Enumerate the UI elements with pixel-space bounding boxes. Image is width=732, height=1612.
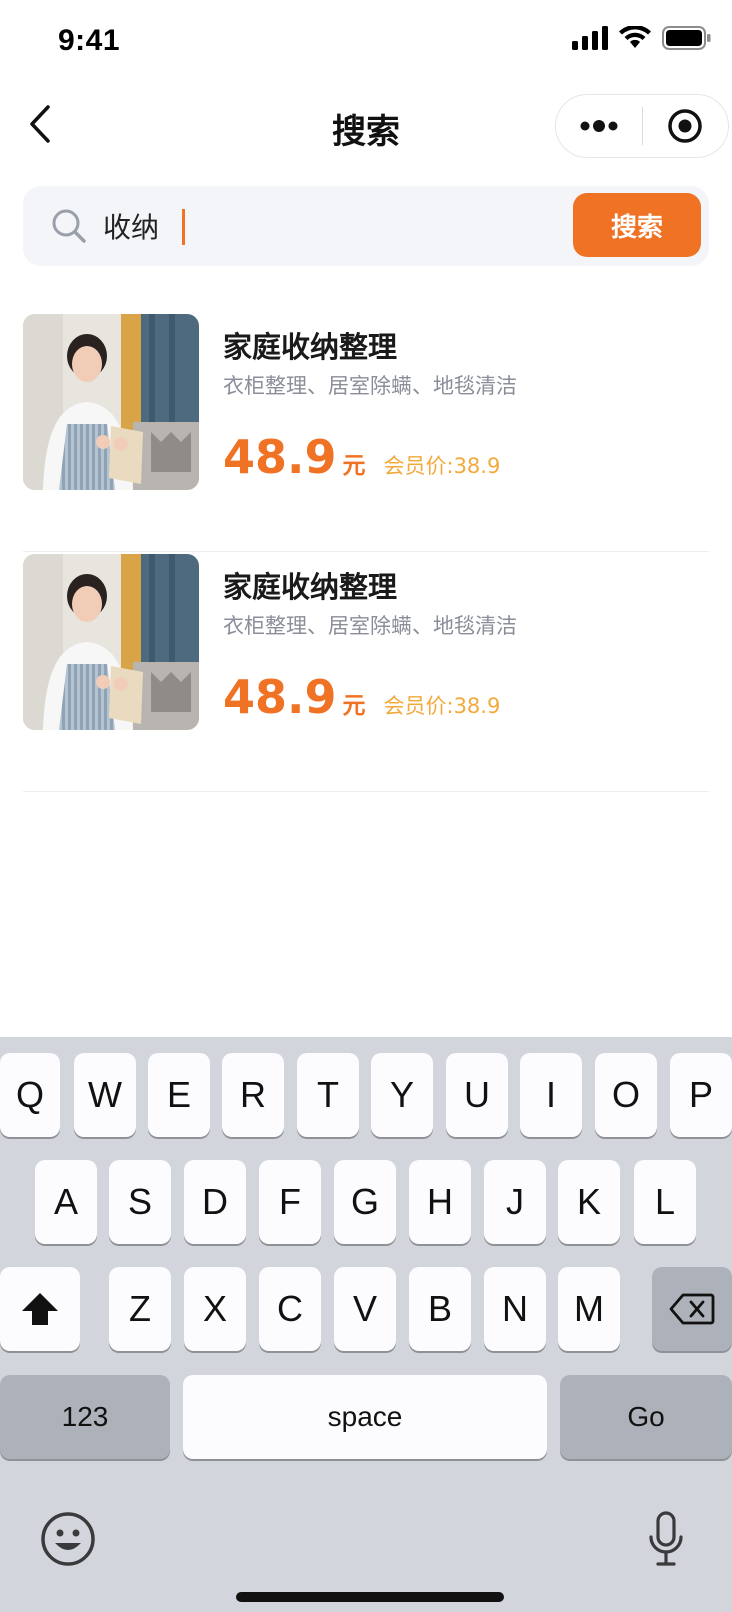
key-e[interactable]: E	[148, 1053, 210, 1137]
key-z[interactable]: Z	[109, 1267, 171, 1351]
key-a[interactable]: A	[35, 1160, 97, 1244]
more-button[interactable]	[556, 94, 642, 158]
miniapp-capsule	[555, 94, 729, 158]
search-screen: 9:41 搜索 收纳 搜索 家庭收纳整理 衣柜整理、居室除螨、地毯清洁 48.9…	[0, 0, 732, 1612]
microphone-button[interactable]	[644, 1509, 688, 1569]
list-item[interactable]: 家庭收纳整理 衣柜整理、居室除螨、地毯清洁 48.9 元 会员价:38.9	[23, 312, 709, 552]
key-b[interactable]: B	[409, 1267, 471, 1351]
key-p[interactable]: P	[670, 1053, 732, 1137]
service-desc: 衣柜整理、居室除螨、地毯清洁	[223, 614, 517, 638]
key-y[interactable]: Y	[371, 1053, 433, 1137]
price: 48.9	[223, 670, 337, 724]
numbers-key[interactable]: 123	[0, 1375, 170, 1459]
key-k[interactable]: K	[558, 1160, 620, 1244]
status-time: 9:41	[58, 24, 121, 57]
backspace-icon	[669, 1293, 715, 1325]
backspace-key[interactable]	[652, 1267, 732, 1351]
nav-bar: 搜索	[0, 88, 732, 166]
key-l[interactable]: L	[634, 1160, 696, 1244]
results-list: 家庭收纳整理 衣柜整理、居室除螨、地毯清洁 48.9 元 会员价:38.9 家庭…	[23, 312, 709, 792]
shift-icon	[22, 1293, 58, 1325]
key-s[interactable]: S	[109, 1160, 171, 1244]
shift-key[interactable]	[0, 1267, 80, 1351]
member-price: 会员价:38.9	[383, 454, 501, 478]
key-o[interactable]: O	[595, 1053, 657, 1137]
list-item[interactable]: 家庭收纳整理 衣柜整理、居室除螨、地毯清洁 48.9 元 会员价:38.9	[23, 552, 709, 792]
key-n[interactable]: N	[484, 1267, 546, 1351]
space-key[interactable]: space	[183, 1375, 547, 1459]
service-title: 家庭收纳整理	[223, 330, 398, 364]
more-dots-icon	[580, 120, 618, 132]
key-j[interactable]: J	[484, 1160, 546, 1244]
status-bar: 9:41	[0, 0, 732, 88]
service-desc: 衣柜整理、居室除螨、地毯清洁	[223, 374, 517, 398]
home-indicator	[236, 1592, 504, 1602]
signal-icon	[572, 26, 608, 50]
emoji-button[interactable]	[38, 1509, 98, 1569]
close-miniapp-button[interactable]	[643, 94, 728, 158]
key-r[interactable]: R	[222, 1053, 284, 1137]
status-icons	[572, 26, 712, 50]
search-input[interactable]	[103, 200, 563, 252]
key-g[interactable]: G	[334, 1160, 396, 1244]
key-c[interactable]: C	[259, 1267, 321, 1351]
microphone-icon	[649, 1511, 683, 1566]
target-icon	[668, 109, 703, 143]
key-d[interactable]: D	[184, 1160, 246, 1244]
price-row: 48.9 元 会员价:38.9	[223, 670, 500, 724]
price-unit: 元	[342, 693, 366, 719]
emoji-icon	[41, 1512, 95, 1566]
price-unit: 元	[342, 453, 366, 479]
price: 48.9	[223, 430, 337, 484]
key-x[interactable]: X	[184, 1267, 246, 1351]
search-button[interactable]: 搜索	[573, 193, 701, 257]
battery-icon	[662, 26, 712, 50]
service-photo	[23, 554, 199, 730]
key-u[interactable]: U	[446, 1053, 508, 1137]
search-bar: 搜索	[23, 186, 709, 266]
key-q[interactable]: Q	[0, 1053, 60, 1137]
key-h[interactable]: H	[409, 1160, 471, 1244]
key-t[interactable]: T	[297, 1053, 359, 1137]
key-f[interactable]: F	[259, 1160, 321, 1244]
key-m[interactable]: M	[558, 1267, 620, 1351]
search-icon	[52, 209, 86, 243]
key-w[interactable]: W	[74, 1053, 136, 1137]
member-price: 会员价:38.9	[383, 694, 501, 718]
wifi-icon	[618, 26, 652, 50]
go-key[interactable]: Go	[560, 1375, 732, 1459]
text-caret	[182, 209, 185, 245]
service-photo	[23, 314, 199, 490]
key-i[interactable]: I	[520, 1053, 582, 1137]
key-v[interactable]: V	[334, 1267, 396, 1351]
keyboard: Q W E R T Y U I O P A S D F G H J K L Z …	[0, 1037, 732, 1612]
service-title: 家庭收纳整理	[223, 570, 398, 604]
price-row: 48.9 元 会员价:38.9	[223, 430, 500, 484]
